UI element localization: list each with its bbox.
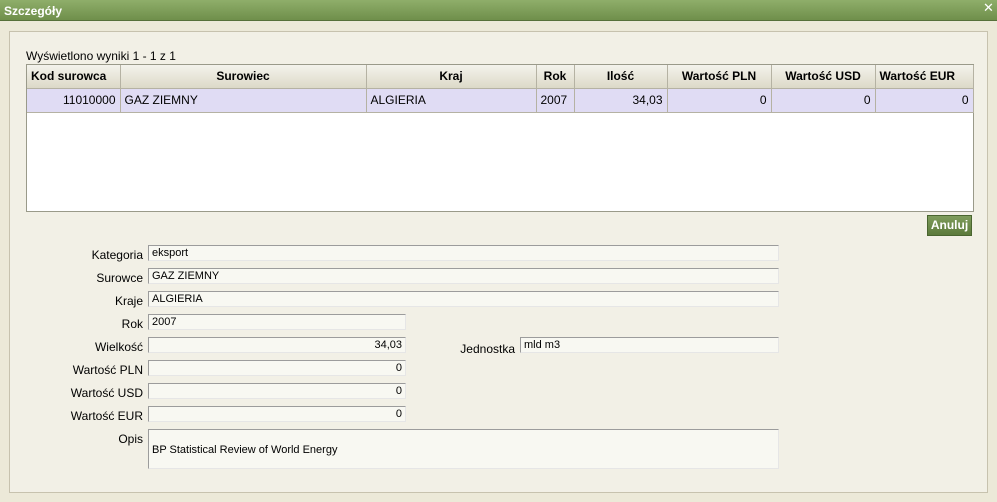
column-header-rok[interactable]: Rok <box>536 65 575 89</box>
label-kategoria: Kategoria <box>91 248 143 262</box>
rok-field[interactable]: 2007 <box>148 314 406 330</box>
jednostka-field[interactable]: mld m3 <box>520 337 779 353</box>
label-opis: Opis <box>118 432 143 446</box>
cell-kod-surowca: 11010000 <box>27 88 121 113</box>
label-jednostka: Jednostka <box>460 342 515 356</box>
label-wartosc-eur: Wartość EUR <box>70 409 143 423</box>
details-dialog: Wyświetlono wyniki 1 - 1 z 1 Kod surowca… <box>9 31 988 493</box>
close-icon[interactable]: ✕ <box>982 1 995 15</box>
cell-wartosc-usd: 0 <box>771 88 876 113</box>
cell-wartosc-pln: 0 <box>667 88 772 113</box>
cancel-button[interactable]: Anuluj <box>927 215 972 236</box>
label-wielkosc: Wielkość <box>94 340 143 354</box>
wartosc-eur-field[interactable]: 0 <box>148 406 406 422</box>
label-surowce: Surowce <box>96 271 143 285</box>
cell-wartosc-eur: 0 <box>875 88 974 113</box>
cell-ilosc: 34,03 <box>574 88 668 113</box>
column-header-surowiec[interactable]: Surowiec <box>120 65 367 89</box>
column-header-ilosc[interactable]: Ilość <box>574 65 668 89</box>
kraje-field[interactable]: ALGIERIA <box>148 291 779 307</box>
kategoria-field[interactable]: eksport <box>148 245 779 261</box>
column-header-wartosc-usd[interactable]: Wartość USD <box>771 65 876 89</box>
wielkosc-field[interactable]: 34,03 <box>148 337 406 353</box>
column-header-wartosc-pln[interactable]: Wartość PLN <box>667 65 772 89</box>
table-row[interactable]: 11010000 GAZ ZIEMNY ALGIERIA 2007 34,03 … <box>27 88 974 113</box>
wartosc-pln-field[interactable]: 0 <box>148 360 406 376</box>
column-header-wartosc-eur[interactable]: Wartość EUR <box>875 65 974 89</box>
label-wartosc-pln: Wartość PLN <box>72 363 143 377</box>
window-titlebar: Szczegóły ✕ <box>0 0 997 21</box>
window-title: Szczegóły <box>4 4 63 18</box>
cell-kraj: ALGIERIA <box>366 88 537 113</box>
cell-rok: 2007 <box>536 88 575 113</box>
results-info: Wyświetlono wyniki 1 - 1 z 1 <box>26 49 176 63</box>
grid-header-row: Kod surowca Surowiec Kraj Rok Ilość Wart… <box>27 65 974 89</box>
cell-surowiec: GAZ ZIEMNY <box>120 88 367 113</box>
column-header-kraj[interactable]: Kraj <box>366 65 537 89</box>
surowce-field[interactable]: GAZ ZIEMNY <box>148 268 779 284</box>
column-header-kod-surowca[interactable]: Kod surowca <box>27 65 121 89</box>
results-grid: Kod surowca Surowiec Kraj Rok Ilość Wart… <box>26 64 974 212</box>
opis-textarea[interactable]: BP Statistical Review of World Energy <box>148 429 779 469</box>
label-kraje: Kraje <box>114 294 143 308</box>
wartosc-usd-field[interactable]: 0 <box>148 383 406 399</box>
label-rok: Rok <box>121 317 143 331</box>
label-wartosc-usd: Wartość USD <box>70 386 143 400</box>
